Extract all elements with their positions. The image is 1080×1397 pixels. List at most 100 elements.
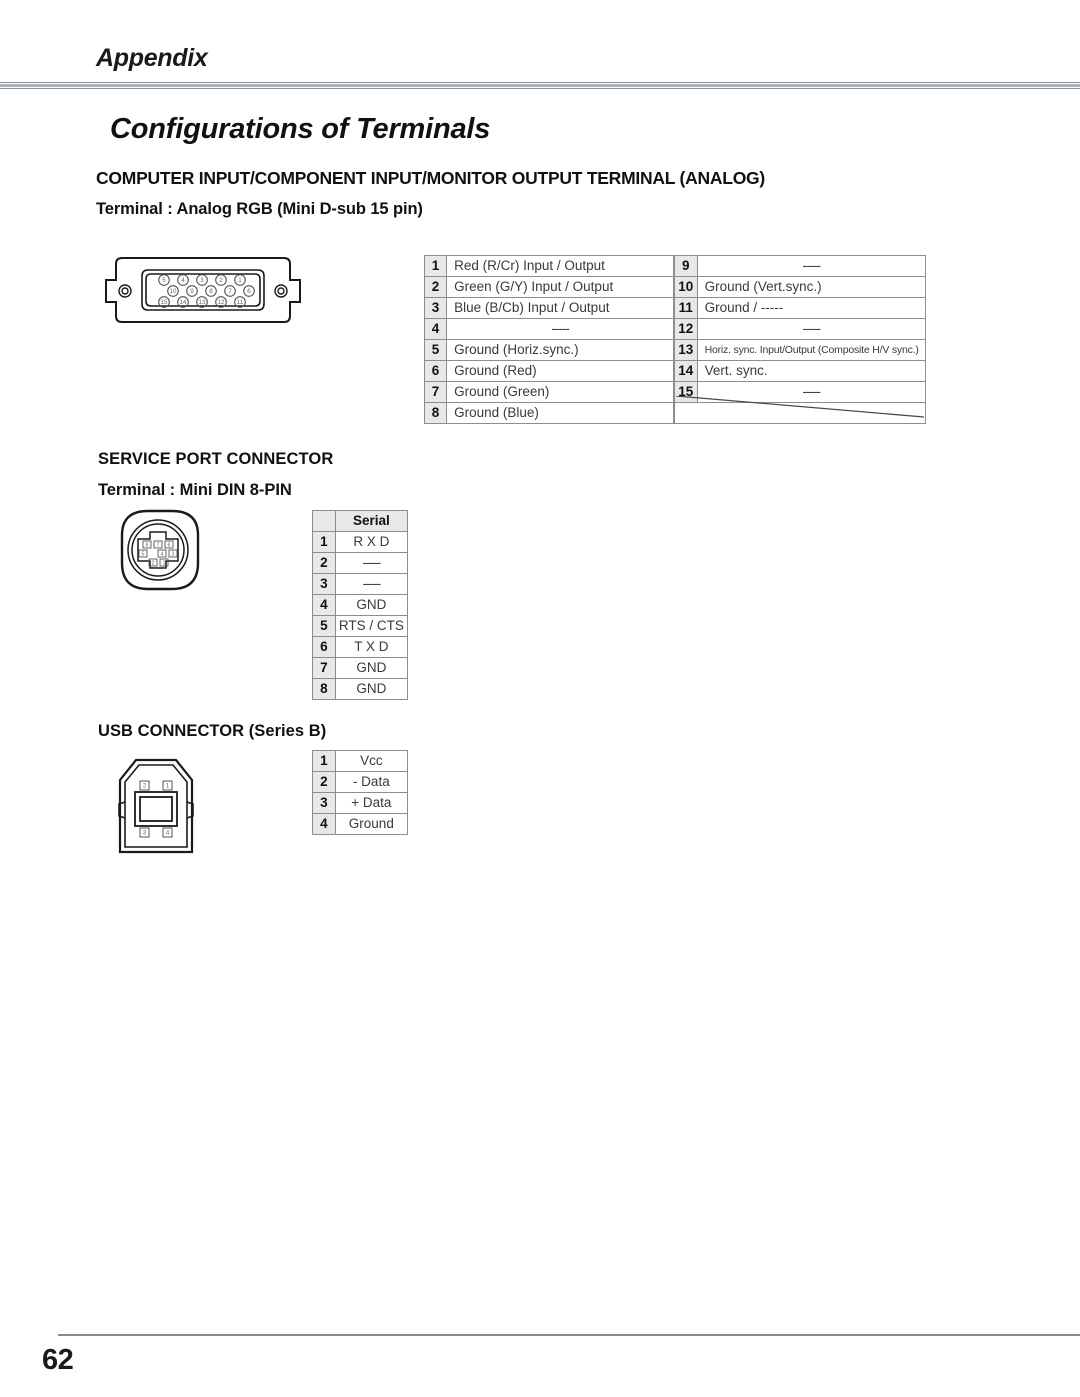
svg-text:1: 1 xyxy=(163,560,166,566)
pin-number: 1 xyxy=(423,255,448,277)
table-row: 3 + Data xyxy=(312,792,409,814)
footer-rule xyxy=(58,1334,1080,1336)
table-row: 15 ----- xyxy=(674,381,927,403)
pin-number: 7 xyxy=(312,657,336,679)
table-row: 6T X D xyxy=(312,636,409,658)
header-rule-bottom xyxy=(0,88,1080,89)
pin-number: 13 xyxy=(674,339,698,361)
pin-value: Red (R/Cr) Input / Output xyxy=(446,255,674,277)
pin-number: 10 xyxy=(674,276,698,298)
pin-number: 6 xyxy=(312,636,336,658)
table-row: 4 GND xyxy=(312,594,409,616)
pin-value: Ground / ----- xyxy=(696,297,927,319)
table-row: 2 ----- xyxy=(312,552,409,574)
section-subheading-service: Terminal : Mini DIN 8-PIN xyxy=(98,481,292,499)
table-row: 4 ----- xyxy=(423,318,674,340)
pin-value: Vert. sync. xyxy=(696,360,927,382)
pin-value: T X D xyxy=(334,636,409,658)
svg-text:14: 14 xyxy=(180,299,187,306)
table-row xyxy=(674,402,926,424)
analog-pin-table-left: 1 Red (R/Cr) Input / Output 2 Green (G/Y) … xyxy=(423,255,674,424)
pin-value: Ground (Vert.sync.) xyxy=(696,276,927,298)
svg-text:3: 3 xyxy=(143,831,147,837)
svg-text:4: 4 xyxy=(181,277,185,284)
svg-text:3: 3 xyxy=(172,551,175,557)
svg-text:7: 7 xyxy=(228,288,232,295)
table-row: 8 Ground (Blue) xyxy=(423,402,674,424)
table-row: 4 Ground xyxy=(312,813,409,835)
svg-text:10: 10 xyxy=(170,288,177,295)
svg-text:15: 15 xyxy=(161,299,168,306)
pin-value: ----- xyxy=(446,318,674,340)
pin-value: ----- xyxy=(696,255,927,277)
analog-pin-table-right: 9 ----- 10 Ground (Vert.sync.) 11 Ground / … xyxy=(674,255,927,424)
pin-value: Ground (Blue) xyxy=(446,402,674,424)
analog-pin-table-left-body: 1 Red (R/Cr) Input / Output 2 Green (G/Y) … xyxy=(423,255,674,424)
column-header-serial: Serial xyxy=(334,510,409,532)
table-row: 13 Horiz. sync. Input/Output (Composite H… xyxy=(674,339,927,361)
pin-value: Horiz. sync. Input/Output (Composite H/V… xyxy=(696,339,927,361)
usb-pin-table: 1 Vcc 2- Data 3 + Data 4 Ground xyxy=(312,750,409,835)
table-row: 10 Ground (Vert.sync.) xyxy=(674,276,927,298)
pin-value: Green (G/Y) Input / Output xyxy=(446,276,674,298)
page-header: Appendix xyxy=(0,44,1080,90)
table-row: 5 RTS / CTS xyxy=(312,615,409,637)
table-row: 1 Vcc xyxy=(312,750,409,772)
pin-value: GND xyxy=(334,594,409,616)
table-header-row: Serial xyxy=(312,510,409,532)
serial-pin-table: Serial 1R X D 2 ----- 3 ----- 4 GND 5 RTS / … xyxy=(312,510,409,700)
mini-din-8-pin-connector-diagram: 8 7 6 5 4 3 2 1 xyxy=(120,509,200,591)
svg-text:3: 3 xyxy=(200,277,204,284)
serial-pin-table-body: 1R X D 2 ----- 3 ----- 4 GND 5 RTS / CTS 6T … xyxy=(312,531,409,700)
running-head: Appendix xyxy=(96,44,208,72)
pin-number: 8 xyxy=(423,402,448,424)
serial-pin-table-head: Serial xyxy=(312,510,409,532)
pin-value: RTS / CTS xyxy=(334,615,409,637)
table-row: 14 Vert. sync. xyxy=(674,360,927,382)
usb-pin-table-body: 1 Vcc 2- Data 3 + Data 4 Ground xyxy=(312,750,409,835)
section-heading-analog: COMPUTER INPUT/COMPONENT INPUT/MONITOR O… xyxy=(96,168,765,188)
analog-pin-table-right-body: 9 ----- 10 Ground (Vert.sync.) 11 Ground / … xyxy=(674,255,927,424)
pin-value: Blue (B/Cb) Input / Output xyxy=(446,297,674,319)
pin-value: ----- xyxy=(334,573,409,595)
table-row: 12 ----- xyxy=(674,318,927,340)
table-row: 2 Green (G/Y) Input / Output xyxy=(423,276,674,298)
svg-text:13: 13 xyxy=(199,299,206,306)
pin-number: 4 xyxy=(312,813,336,835)
svg-text:2: 2 xyxy=(152,560,155,566)
svg-text:8: 8 xyxy=(146,542,149,548)
section-subheading-analog: Terminal : Analog RGB (Mini D-sub 15 pin… xyxy=(96,200,423,218)
svg-text:5: 5 xyxy=(162,277,166,284)
pin-value: GND xyxy=(334,678,409,700)
pin-number: 4 xyxy=(312,594,336,616)
svg-text:6: 6 xyxy=(168,542,171,548)
svg-text:11: 11 xyxy=(237,299,244,306)
pin-value: Ground (Red) xyxy=(446,360,674,382)
pin-number: 1 xyxy=(312,750,336,772)
pin-number: 5 xyxy=(312,615,336,637)
table-row: 5 Ground (Horiz.sync.) xyxy=(423,339,674,361)
table-row: 6 Ground (Red) xyxy=(423,360,674,382)
pin-value: Ground (Green) xyxy=(446,381,674,403)
table-row: 9 ----- xyxy=(674,255,927,277)
svg-text:7: 7 xyxy=(157,542,160,548)
table-row: 8 GND xyxy=(312,678,409,700)
table-row: 2- Data xyxy=(312,771,409,793)
pin-value: - Data xyxy=(334,771,409,793)
pin-number: 5 xyxy=(423,339,448,361)
table-row: 1 Red (R/Cr) Input / Output xyxy=(423,255,674,277)
table-row: 7 GND xyxy=(312,657,409,679)
pin-value: GND xyxy=(334,657,409,679)
pin-number: 2 xyxy=(312,552,336,574)
svg-text:12: 12 xyxy=(218,299,225,306)
table-row: 3 ----- xyxy=(312,573,409,595)
pin-value: ----- xyxy=(334,552,409,574)
table-row: 7 Ground (Green) xyxy=(423,381,674,403)
pin-number: 1 xyxy=(312,531,336,553)
page-footer: 62 xyxy=(0,1325,1080,1385)
table-row: 11 Ground / ----- xyxy=(674,297,927,319)
pin-number: 15 xyxy=(674,381,698,403)
pin-number: 2 xyxy=(423,276,448,298)
svg-text:2: 2 xyxy=(143,784,147,790)
section-heading-usb: USB CONNECTOR (Series B) xyxy=(98,722,327,740)
